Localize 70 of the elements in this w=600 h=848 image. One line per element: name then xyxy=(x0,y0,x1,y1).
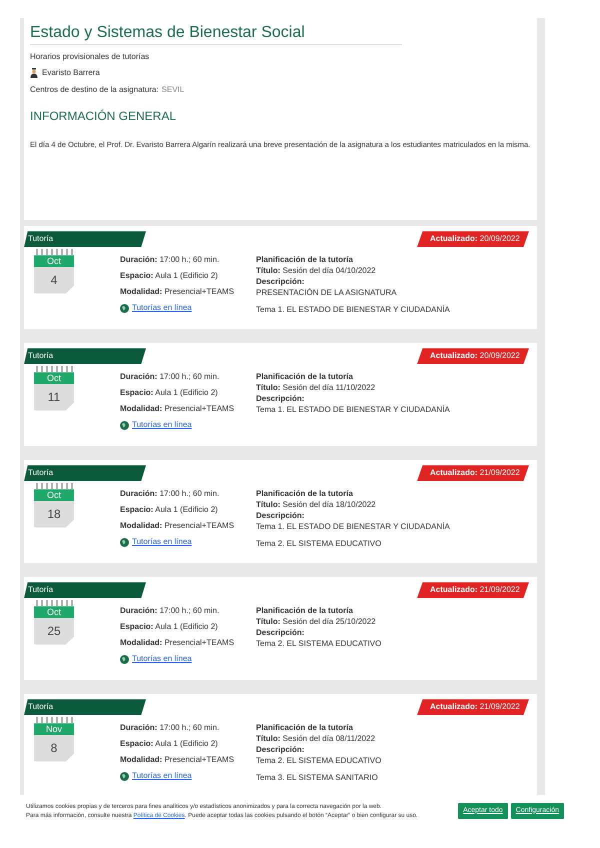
teacher-name: Evaristo Barrera xyxy=(42,67,100,79)
updated-text: Actualizado: 21/09/2022 xyxy=(430,584,520,596)
description-label: Descripción: xyxy=(256,627,306,638)
field-text: Duración: 17:00 h.; 60 min. xyxy=(120,722,220,734)
description-label: Descripción: xyxy=(256,744,306,756)
tutoria-tag: Tutoría xyxy=(24,465,146,482)
field-text: Duración: 17:00 h.; 60 min. xyxy=(120,371,220,384)
tutoria-tag: Tutoría xyxy=(24,699,146,716)
field-text: Espacio: Aula 1 (Edificio 2) xyxy=(120,504,219,516)
tutoria-tag: Tutoría xyxy=(24,348,146,364)
binding-rings-icon xyxy=(34,249,74,256)
globe-icon xyxy=(120,420,129,430)
tutoria-tag: Tutoría xyxy=(24,231,146,248)
section-title: INFORMACIÓN GENERAL xyxy=(30,108,178,125)
plan-title: Planificación de la tutoría xyxy=(256,254,354,266)
description-label: Descripción: xyxy=(256,276,306,288)
globe-icon xyxy=(120,654,129,664)
plan-title: Planificación de la tutoría xyxy=(256,371,354,382)
page-title: Estado y Sistemas de Bienestar Social xyxy=(30,22,402,45)
description-text: Tema 2. EL SISTEMA EDUCATIVO xyxy=(256,638,382,650)
globe-icon xyxy=(120,304,129,313)
plan-title: Planificación de la tutoría xyxy=(256,488,354,500)
field-text: Duración: 17:00 h.; 60 min. xyxy=(120,254,220,266)
online-tutoring-link[interactable]: Tutorías en línea xyxy=(132,534,192,550)
session-title: Título: Sesión del día 11/10/2022 xyxy=(256,382,376,394)
field-text: Espacio: Aula 1 (Edificio 2) xyxy=(120,387,219,400)
description-label: Descripción: xyxy=(256,510,306,522)
online-tutoring-link[interactable]: Tutorías en línea xyxy=(132,768,192,784)
field-text: Duración: 17:00 h.; 60 min. xyxy=(120,488,220,500)
description-text: Tema 2. EL SISTEMA EDUCATIVO xyxy=(256,538,382,550)
field-text: Espacio: Aula 1 (Edificio 2) xyxy=(120,738,219,750)
teacher-icon xyxy=(30,68,38,78)
field-text: Duración: 17:00 h.; 60 min. xyxy=(120,605,220,618)
online-tutoring-link[interactable]: Tutorías en línea xyxy=(132,300,192,316)
centers-label: Centros de destino de la asignatura: xyxy=(30,84,159,96)
updated-text: Actualizado: 21/09/2022 xyxy=(430,701,520,714)
field-text: Espacio: Aula 1 (Edificio 2) xyxy=(120,270,219,282)
description-text: Tema 3. EL SISTEMA SANITARIO xyxy=(256,772,379,784)
description-text: PRESENTACIÓN DE LA ASIGNATURA xyxy=(256,287,398,298)
globe-icon xyxy=(120,772,129,781)
field-text: Modalidad: Presencial+TEAMS xyxy=(120,520,236,532)
binding-rings-icon xyxy=(34,483,74,490)
binding-rings-icon xyxy=(34,600,74,606)
session-title: Título: Sesión del día 18/10/2022 xyxy=(256,499,377,510)
online-tutoring-link[interactable]: Tutorías en línea xyxy=(132,417,192,434)
field-text: Modalidad: Presencial+TEAMS xyxy=(120,403,236,416)
description-label: Descripción: xyxy=(256,393,306,404)
field-text: Modalidad: Presencial+TEAMS xyxy=(120,754,236,766)
tutoria-tag: Tutoría xyxy=(24,582,146,598)
globe-icon xyxy=(120,538,129,547)
description-text: Tema 1. EL ESTADO DE BIENESTAR Y CIUDADANÍA xyxy=(256,304,450,316)
updated-text: Actualizado: 20/09/2022 xyxy=(430,350,520,362)
updated-text: Actualizado: 20/09/2022 xyxy=(430,233,520,246)
binding-rings-icon xyxy=(34,717,74,724)
session-title: Título: Sesión del día 08/11/2022 xyxy=(256,733,376,744)
description-text: Tema 1. EL ESTADO DE BIENESTAR Y CIUDADANÍA xyxy=(256,404,450,416)
field-text: Modalidad: Presencial+TEAMS xyxy=(120,286,236,298)
binding-rings-icon xyxy=(34,366,74,372)
updated-text: Actualizado: 21/09/2022 xyxy=(430,467,520,480)
online-tutoring-link[interactable]: Tutorías en línea xyxy=(132,651,192,668)
session-title: Título: Sesión del día 04/10/2022 xyxy=(256,265,377,276)
description-text: Tema 1. EL ESTADO DE BIENESTAR Y CIUDADANÍA xyxy=(256,521,450,532)
session-title: Título: Sesión del día 25/10/2022 xyxy=(256,616,377,628)
subtitle: Horarios provisionales de tutorías xyxy=(30,51,150,63)
plan-title: Planificación de la tutoría xyxy=(256,722,354,734)
description-text: Tema 2. EL SISTEMA EDUCATIVO xyxy=(256,755,382,766)
plan-title: Planificación de la tutoría xyxy=(256,605,354,616)
centers-value: SEVIL xyxy=(162,84,184,96)
field-text: Espacio: Aula 1 (Edificio 2) xyxy=(120,621,219,634)
field-text: Modalidad: Presencial+TEAMS xyxy=(120,637,236,650)
